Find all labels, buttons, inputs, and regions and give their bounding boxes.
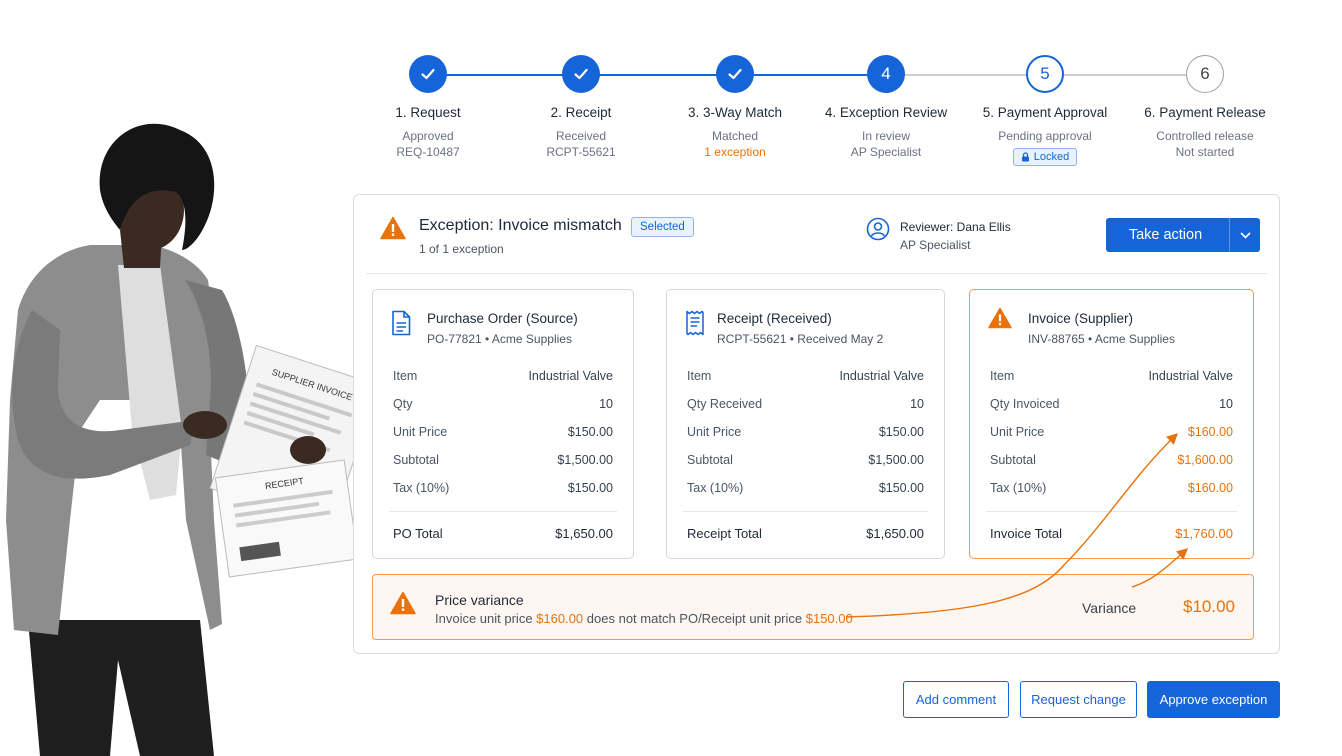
check-icon: [409, 55, 447, 93]
step-reference: RCPT-55621: [546, 145, 616, 159]
receipt-card[interactable]: Receipt (Received) RCPT-55621 • Received…: [666, 289, 945, 559]
locked-badge: Locked: [1012, 148, 1078, 166]
card-row-unit-price: Unit Price $160.00: [990, 425, 1233, 439]
card-row-tax: Tax (10%) $160.00: [990, 481, 1233, 495]
person-reviewing-documents-illustration: SUPPLIER INVOICE RECEIPT: [6, 123, 379, 756]
step-status: Matched: [711, 129, 759, 143]
step-exception-count: 1 exception: [704, 145, 766, 159]
step-title: 5. Payment Approval: [982, 105, 1108, 120]
card-subtitle: RCPT-55621 • Received May 2: [717, 332, 884, 346]
card-title: Receipt (Received): [717, 311, 832, 326]
card-subtitle: PO-77821 • Acme Supplies: [427, 332, 572, 346]
receipt-icon: [686, 310, 704, 336]
step-number: 6: [1186, 55, 1224, 93]
variance-description: Invoice unit price $160.00 does not matc…: [435, 611, 853, 626]
warning-icon: [390, 591, 416, 615]
header-divider: [366, 273, 1267, 274]
warning-icon: [988, 307, 1012, 329]
purchase-order-card[interactable]: Purchase Order (Source) PO-77821 • Acme …: [372, 289, 634, 559]
warning-icon: [380, 216, 406, 240]
card-title: Purchase Order (Source): [427, 311, 578, 326]
step-reference: REQ-10487: [396, 145, 460, 159]
step-status: Pending approval: [998, 129, 1092, 143]
card-row-tax: Tax (10%) $150.00: [393, 481, 613, 495]
reviewer-name: Reviewer: Dana Ellis: [900, 220, 1011, 234]
variance-title: Price variance: [435, 592, 524, 608]
card-row-unit-price: Unit Price $150.00: [393, 425, 613, 439]
card-title: Invoice (Supplier): [1028, 311, 1134, 326]
card-divider: [683, 511, 928, 512]
selected-badge: Selected: [631, 217, 694, 237]
card-row-unit-price: Unit Price $150.00: [687, 425, 924, 439]
card-row-item: Item Industrial Valve: [687, 369, 924, 383]
step-number: 5: [1026, 55, 1064, 93]
exception-title: Exception: Invoice mismatch: [419, 217, 622, 234]
card-row-item: Item Industrial Valve: [393, 369, 613, 383]
card-row-item: Item Industrial Valve: [990, 369, 1233, 383]
lock-icon: [1021, 152, 1029, 162]
chevron-down-icon[interactable]: [1230, 231, 1260, 239]
step-receipt[interactable]: 2. Receipt Received RCPT-55621: [501, 55, 661, 160]
reviewer-role: AP Specialist: [900, 238, 971, 252]
card-row-subtotal: Subtotal $1,500.00: [687, 453, 924, 467]
take-action-button[interactable]: Take action: [1106, 218, 1260, 252]
step-request[interactable]: 1. Request Approved REQ-10487: [348, 55, 508, 160]
step-title: 2. Receipt: [550, 105, 612, 120]
step-status: Controlled release: [1156, 129, 1254, 143]
step-payment-approval[interactable]: 5 5. Payment Approval Pending approval L…: [965, 55, 1125, 167]
card-row-subtotal: Subtotal $1,600.00: [990, 453, 1233, 467]
invoice-unit-price: $160.00: [536, 611, 584, 626]
card-divider: [986, 511, 1237, 512]
step-assignee: AP Specialist: [850, 145, 922, 159]
step-title: 1. Request: [395, 105, 461, 120]
request-change-button[interactable]: Request change: [1020, 681, 1137, 718]
approve-exception-button[interactable]: Approve exception: [1147, 681, 1280, 718]
step-three-way-match[interactable]: 3. 3-Way Match Matched 1 exception: [655, 55, 815, 160]
variance-label: Variance: [1082, 600, 1137, 616]
document-icon: [392, 310, 411, 336]
step-status: Approved: [402, 129, 454, 143]
step-exception-review[interactable]: 4 4. Exception Review In review AP Speci…: [806, 55, 966, 160]
step-status: Received: [555, 129, 607, 143]
workflow-stepper: 1. Request Approved REQ-10487 2. Receipt…: [360, 55, 1290, 175]
step-status: In review: [861, 129, 911, 143]
take-action-label: Take action: [1128, 227, 1203, 243]
add-comment-button[interactable]: Add comment: [903, 681, 1009, 718]
card-divider: [389, 511, 617, 512]
step-title: 6. Payment Release: [1144, 105, 1266, 120]
step-number: 4: [867, 55, 905, 93]
card-row-qty-invoiced: Qty Invoiced 10: [990, 397, 1233, 411]
card-row-qty: Qty 10: [393, 397, 613, 411]
invoice-card[interactable]: Invoice (Supplier) INV-88765 • Acme Supp…: [969, 289, 1254, 559]
check-icon: [716, 55, 754, 93]
check-icon: [562, 55, 600, 93]
locked-badge-label: Locked: [1033, 151, 1070, 163]
user-icon: [866, 217, 890, 241]
exception-header: Exception: Invoice mismatch 1 of 1 excep…: [354, 195, 1279, 273]
variance-value: $10.00: [1183, 597, 1235, 616]
card-subtitle: INV-88765 • Acme Supplies: [1028, 332, 1175, 346]
step-title: 3. 3-Way Match: [687, 105, 783, 120]
step-payment-release[interactable]: 6 6. Payment Release Controlled release …: [1125, 55, 1285, 160]
exception-count: 1 of 1 exception: [419, 242, 504, 256]
card-row-subtotal: Subtotal $1,500.00: [393, 453, 613, 467]
step-title: 4. Exception Review: [824, 105, 948, 120]
card-row-tax: Tax (10%) $150.00: [687, 481, 924, 495]
price-variance-banner: Price variance Invoice unit price $160.0…: [372, 574, 1254, 640]
card-row-qty-received: Qty Received 10: [687, 397, 924, 411]
exception-panel: Exception: Invoice mismatch 1 of 1 excep…: [353, 194, 1280, 654]
step-progress: Not started: [1175, 145, 1235, 159]
po-unit-price: $150.00: [805, 611, 853, 626]
